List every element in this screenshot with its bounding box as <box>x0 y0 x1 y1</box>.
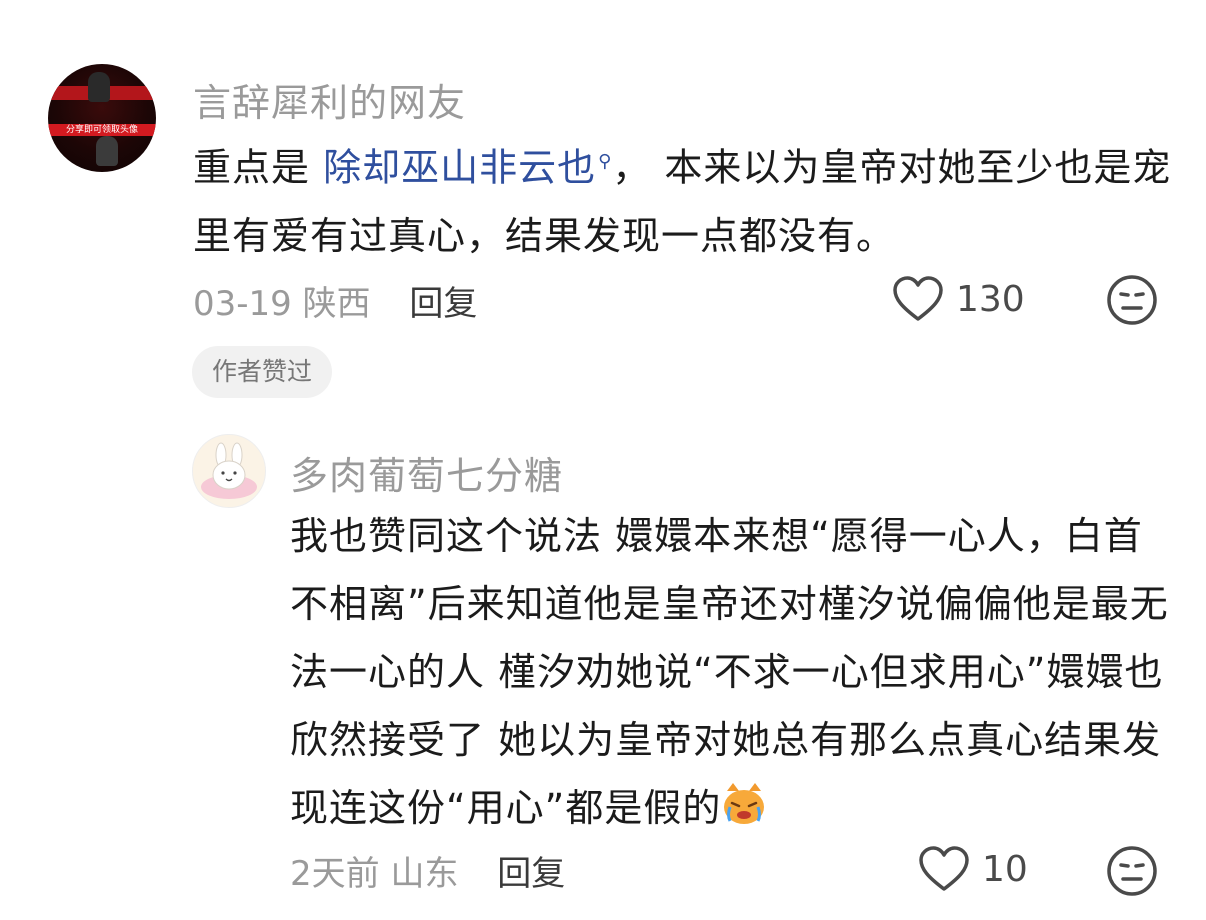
crying-cat-emoji <box>724 783 765 824</box>
like-count: 10 <box>982 848 1028 890</box>
comment-date: 2天前 <box>290 854 380 894</box>
bunny-avatar-icon <box>201 442 257 499</box>
comment-text: 我也赞同这个说法 嬛嬛本来想“愿得一心人，白首不相离”后来知道他是皇帝还对槿汐说… <box>290 502 1170 842</box>
dislike-face-icon[interactable] <box>1106 274 1158 326</box>
comment-username[interactable]: 多肉葡萄七分糖 <box>290 445 563 500</box>
reply-button[interactable]: 回复 <box>497 854 565 894</box>
search-icon[interactable]: ⚲ <box>598 151 612 172</box>
comment-meta: 03-19 陕西 回复 <box>193 276 477 325</box>
avatar-caption: 分享即可领取头像 <box>65 125 138 135</box>
author-liked-badge: 作者赞过 <box>192 346 333 398</box>
comment-username[interactable]: 言辞犀利的网友 <box>193 72 466 127</box>
like-button[interactable]: 130 <box>892 276 1025 322</box>
reply-button[interactable]: 回复 <box>409 284 477 324</box>
heart-icon <box>893 276 943 321</box>
comment-location: 山东 <box>390 854 459 894</box>
like-button[interactable]: 10 <box>918 846 1028 892</box>
avatar-figure <box>88 72 110 102</box>
heart-icon <box>919 846 969 891</box>
comment-location: 陕西 <box>302 284 371 324</box>
avatar-figure <box>96 136 118 166</box>
search-link[interactable]: 除却巫山非云也 <box>323 146 596 190</box>
avatar[interactable]: 分享即可领取头像 <box>48 64 156 172</box>
comment-text-prefix: 重点是 <box>193 145 324 190</box>
avatar[interactable] <box>192 434 266 508</box>
comment-date: 03-19 <box>193 284 292 324</box>
like-count: 130 <box>956 278 1025 320</box>
comment-meta: 2天前 山东 回复 <box>290 846 565 895</box>
dislike-face-icon[interactable] <box>1106 845 1158 897</box>
comment-text: 重点是 除却巫山非云也 ⚲， 本来以为皇帝对她至少也是宠里有爱有过真心，结果发现一… <box>193 128 1173 270</box>
